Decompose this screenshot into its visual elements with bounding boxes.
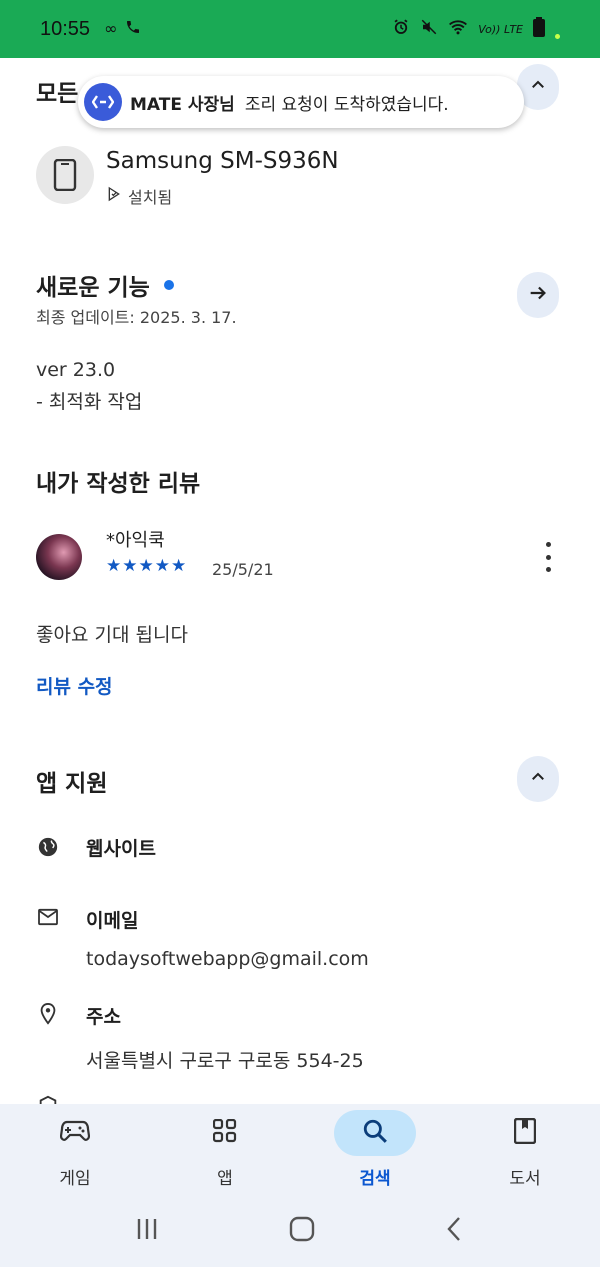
star-rating: ★★★★★ [106, 556, 188, 576]
alarm-icon [392, 18, 410, 40]
toast-sender: MATE 사장님 [130, 94, 235, 115]
status-time: 10:55 [40, 17, 91, 40]
nav-search[interactable]: 검색 [300, 1104, 450, 1194]
battery-icon [533, 17, 545, 41]
bottom-navigation: 게임 앱 검색 도서 [0, 1104, 600, 1194]
phone-icon [125, 19, 141, 39]
toast-message: 조리 요청이 도착하였습니다. [244, 94, 449, 115]
review-text: 좋아요 기대 됩니다 [36, 624, 188, 646]
whats-new-arrow-button[interactable] [517, 272, 559, 318]
recents-icon[interactable] [135, 1217, 159, 1245]
avatar [36, 534, 82, 580]
whats-new-date: 최종 업데이트: 2025. 3. 17. [36, 308, 237, 327]
nav-apps[interactable]: 앱 [150, 1104, 300, 1194]
address-value[interactable]: 서울특별시 구로구 구로동 554-25 [86, 1046, 364, 1073]
infinity-icon: ∞ [104, 19, 118, 38]
my-review-heading: 내가 작성한 리뷰 [36, 471, 201, 497]
device-install-status: 설치됨 [128, 188, 173, 207]
wifi-icon [448, 18, 468, 40]
nav-label-games: 게임 [59, 1169, 91, 1189]
notification-toast[interactable]: MATE 사장님 조리 요청이 도착하였습니다. [78, 76, 524, 128]
app-support-heading: 앱 지원 [36, 771, 108, 797]
nav-label-books: 도서 [509, 1169, 541, 1189]
book-icon [513, 1117, 537, 1148]
nav-label-search: 검색 [359, 1169, 391, 1189]
volte-icon: Vo)) LTE [478, 22, 523, 36]
globe-icon [36, 835, 60, 859]
whats-new-body: ver 23.0 - 최적화 작업 [36, 354, 142, 418]
mail-icon [36, 905, 60, 929]
collapse-support-button[interactable] [517, 756, 559, 802]
home-icon[interactable] [289, 1216, 315, 1246]
app-details-content: 모든 MATE 사장님 조리 요청이 도착하였습니다. Samsung SM-S… [0, 58, 600, 1104]
system-navigation-bar [0, 1194, 600, 1267]
reviewer-name: *아익쿡 [106, 530, 165, 551]
status-bar: 10:55 ∞ Vo)) LTE [0, 0, 600, 58]
mate-app-icon [84, 83, 122, 121]
device-name: Samsung SM-S936N [106, 148, 339, 174]
address-label: 주소 [86, 1006, 121, 1028]
email-value[interactable]: todaysoftwebapp@gmail.com [86, 948, 369, 970]
phone-device-icon [36, 146, 94, 204]
shield-icon [36, 1094, 60, 1104]
back-icon[interactable] [445, 1216, 465, 1246]
gamepad-icon [59, 1120, 91, 1146]
new-indicator-dot [163, 280, 174, 290]
installed-icon [106, 186, 122, 206]
edit-review-link[interactable]: 리뷰 수정 [36, 672, 113, 699]
email-label: 이메일 [86, 910, 139, 932]
device-row: Samsung SM-S936N 설치됨 [36, 146, 339, 207]
nav-books[interactable]: 도서 [450, 1104, 600, 1194]
section-title-partial: 모든 [36, 81, 79, 107]
mute-icon [420, 18, 438, 40]
whats-new-version: ver 23.0 [36, 359, 116, 381]
location-pin-icon [36, 1002, 60, 1026]
whats-new-heading: 새로운 기능 [36, 268, 174, 302]
whats-new-note: - 최적화 작업 [36, 391, 143, 413]
chevron-up-icon [529, 76, 547, 98]
review-date: 25/5/21 [212, 560, 274, 579]
more-options-icon[interactable] [538, 542, 558, 572]
nav-games[interactable]: 게임 [0, 1104, 150, 1194]
apps-grid-icon [212, 1118, 237, 1147]
nav-label-apps: 앱 [217, 1169, 233, 1189]
website-link[interactable]: 웹사이트 [86, 834, 156, 861]
chevron-up-icon [529, 768, 547, 790]
whats-new-title: 새로운 기능 [36, 275, 150, 301]
search-icon [362, 1118, 388, 1148]
arrow-right-icon [527, 282, 549, 308]
